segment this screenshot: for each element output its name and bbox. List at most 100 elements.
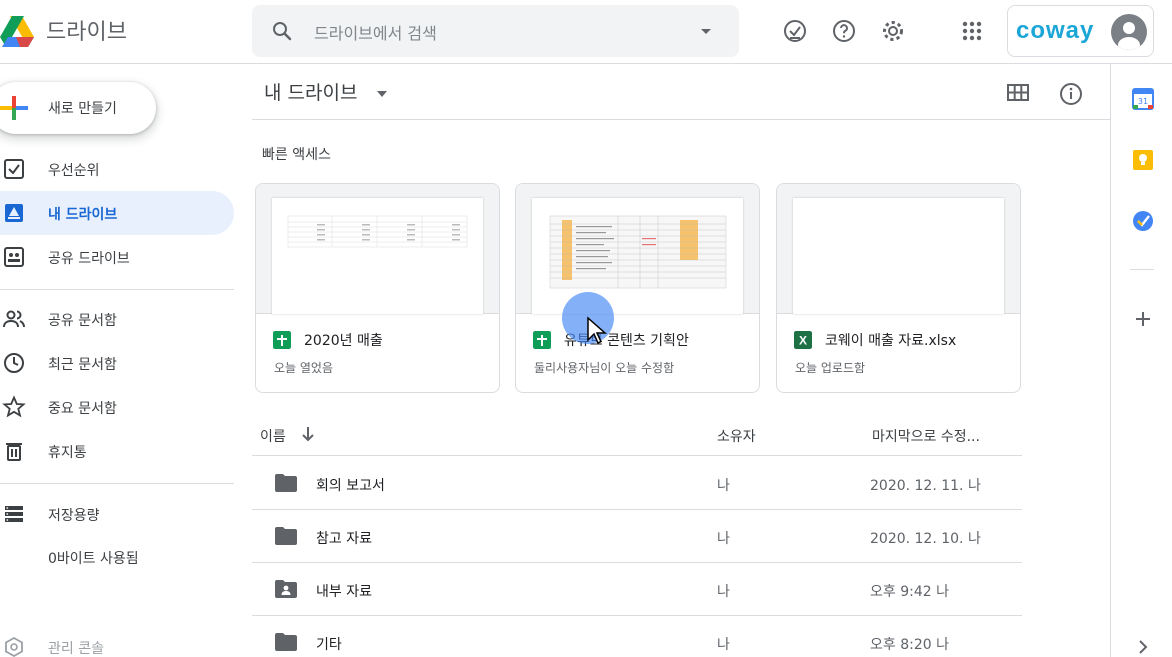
file-name: 회의 보고서 — [316, 478, 385, 494]
sidebar-item-shared-drives[interactable]: 공유 드라이브 — [0, 235, 234, 279]
google-sheets-icon — [273, 331, 291, 349]
file-owner: 나 — [717, 478, 730, 494]
admin-console-label: 관리 콘솔 — [48, 641, 104, 657]
spreadsheet-preview — [287, 215, 468, 248]
column-name[interactable]: 이름 — [260, 426, 286, 446]
sidebar-divider — [0, 483, 234, 484]
sidebar-item-label: 공유 드라이브 — [48, 251, 130, 267]
file-owner: 나 — [717, 584, 730, 600]
user-avatar-icon — [1118, 22, 1140, 50]
table-row[interactable]: 회의 보고서 나 2020. 12. 11. 나 — [252, 457, 1022, 510]
table-row[interactable]: 내부 자료 나 오후 9:42 나 — [252, 563, 1022, 616]
admin-hexagon-icon — [5, 636, 23, 657]
info-icon[interactable] — [1059, 82, 1083, 106]
chevron-down-icon[interactable] — [374, 88, 390, 100]
search-bar[interactable]: 드라이브에서 검색 — [252, 5, 739, 57]
sidebar-item-label: 내 드라이브 — [48, 207, 118, 223]
thumbnail-page — [272, 198, 483, 314]
spreadsheet-preview — [549, 215, 727, 289]
file-activity: 오늘 업로드함 — [795, 361, 866, 375]
svg-text:31: 31 — [1138, 97, 1148, 106]
folder-icon — [275, 633, 297, 651]
column-last-modified[interactable]: 마지막으로 수정... — [872, 426, 980, 446]
sidebar-item-label: 저장용량 — [48, 508, 100, 524]
drive-icon — [5, 204, 23, 222]
file-owner: 나 — [717, 637, 730, 653]
storage-usage-text: 0바이트 사용됨 — [48, 551, 139, 567]
file-thumbnail — [516, 184, 759, 314]
file-name: 코웨이 매출 자료.xlsx — [825, 333, 957, 349]
tasks-icon[interactable] — [1132, 210, 1154, 232]
sidebar-divider — [0, 289, 234, 290]
avatar[interactable] — [1111, 14, 1147, 50]
search-icon[interactable] — [270, 19, 294, 43]
sidebar-item-label: 중요 문서함 — [48, 401, 117, 417]
page-title[interactable]: 내 드라이브 — [264, 78, 357, 105]
sidebar-item-trash[interactable]: 휴지통 — [0, 429, 234, 473]
side-panel-divider — [1130, 269, 1154, 270]
search-input[interactable]: 드라이브에서 검색 — [314, 20, 437, 44]
folder-icon — [275, 474, 297, 492]
sidebar-item-priority[interactable]: 우선순위 — [0, 147, 234, 191]
top-bar: 드라이브 드라이브에서 검색 coway — [0, 0, 1172, 64]
drive-logo-icon[interactable] — [0, 12, 36, 48]
google-sheets-icon — [533, 331, 551, 349]
people-icon — [3, 310, 25, 328]
thumbnail-page — [793, 198, 1004, 314]
trash-icon — [6, 443, 22, 461]
quick-access-card[interactable]: 유튜브 콘텐츠 기획안 둘리사용자님이 오늘 수정함 — [515, 183, 760, 393]
sidebar-item-label: 우선순위 — [48, 163, 100, 179]
grid-view-icon[interactable] — [1006, 82, 1030, 104]
file-modified: 오후 9:42 나 — [870, 584, 949, 600]
file-thumbnail — [256, 184, 499, 314]
excel-icon: X — [794, 331, 812, 349]
help-icon[interactable] — [831, 18, 857, 44]
sidebar-item-storage[interactable]: 저장용량 — [0, 492, 234, 536]
sidebar-item-shared-with-me[interactable]: 공유 문서함 — [0, 297, 234, 341]
table-row[interactable]: 기타 나 오후 8:20 나 — [252, 616, 1022, 657]
file-owner: 나 — [717, 531, 730, 547]
file-name: 기타 — [316, 637, 342, 653]
file-name: 2020년 매출 — [304, 333, 383, 349]
header-divider — [252, 119, 1110, 120]
file-activity: 오늘 열었음 — [274, 361, 334, 375]
new-button[interactable]: 새로 만들기 — [0, 82, 156, 134]
new-button-label: 새로 만들기 — [48, 101, 117, 117]
shared-folder-icon — [275, 580, 297, 598]
calendar-icon[interactable]: 31 — [1132, 88, 1154, 110]
quick-access-card[interactable]: X 코웨이 매출 자료.xlsx 오늘 업로드함 — [776, 183, 1021, 393]
brand-logo: coway — [1016, 17, 1095, 44]
apps-grid-icon[interactable] — [959, 18, 985, 44]
folder-icon — [275, 527, 297, 545]
quick-access-card[interactable]: 2020년 매출 오늘 열었음 — [255, 183, 500, 393]
app-title: 드라이브 — [46, 20, 127, 45]
storage-icon — [5, 506, 23, 522]
shared-drive-icon — [4, 247, 24, 267]
chevron-right-icon[interactable] — [1132, 638, 1154, 656]
sidebar-item-label: 휴지통 — [48, 445, 87, 461]
account-switcher[interactable]: coway — [1007, 5, 1154, 57]
thumbnail-page — [532, 198, 743, 314]
ready-for-offline-icon[interactable] — [782, 18, 808, 44]
file-activity: 둘리사용자님이 오늘 수정함 — [534, 361, 675, 375]
svg-text:X: X — [799, 334, 807, 348]
settings-gear-icon[interactable] — [880, 18, 906, 44]
file-modified: 오후 8:20 나 — [870, 637, 949, 653]
side-panel: 31 — [1110, 64, 1172, 657]
file-thumbnail — [777, 184, 1020, 314]
sidebar-item-starred[interactable]: 중요 문서함 — [0, 385, 234, 429]
mouse-pointer-icon — [587, 316, 607, 345]
file-modified: 2020. 12. 10. 나 — [870, 531, 981, 547]
sidebar-item-label: 공유 문서함 — [48, 313, 117, 329]
table-row[interactable]: 참고 자료 나 2020. 12. 10. 나 — [252, 510, 1022, 563]
file-name: 참고 자료 — [316, 531, 372, 547]
check-box-icon — [4, 159, 24, 179]
keep-icon[interactable] — [1132, 149, 1154, 171]
search-options-icon[interactable] — [698, 23, 714, 39]
sort-arrow-down-icon[interactable] — [300, 425, 316, 443]
column-owner[interactable]: 소유자 — [717, 426, 756, 446]
file-list-header: 이름 소유자 마지막으로 수정... — [252, 412, 1022, 456]
sidebar-item-my-drive[interactable]: 내 드라이브 — [0, 191, 234, 235]
add-icon[interactable] — [1132, 308, 1154, 330]
sidebar-item-recent[interactable]: 최근 문서함 — [0, 341, 234, 385]
